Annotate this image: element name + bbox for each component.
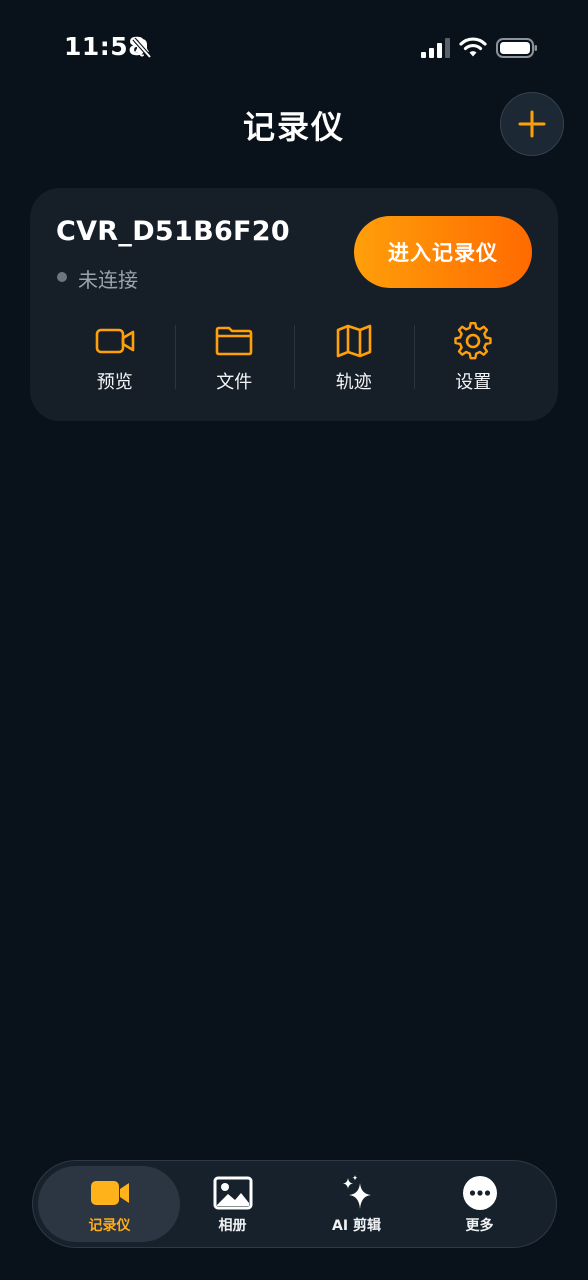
gear-icon <box>454 322 492 360</box>
action-label: 设置 <box>455 372 492 393</box>
tab-more[interactable]: 更多 <box>417 1161 542 1247</box>
action-settings[interactable]: 设置 <box>413 320 534 394</box>
device-card[interactable]: CVR_D51B6F20 未连接 进入记录仪 预览 文件 轨迹 设置 <box>30 188 558 421</box>
video-camera-icon <box>90 1181 129 1205</box>
battery-icon <box>496 38 537 58</box>
screen: 11:58 记录仪 CVR_D51B6F20 未连接 进入记录仪 预览 文件 轨… <box>0 0 588 1280</box>
add-device-button[interactable] <box>500 92 564 156</box>
map-icon <box>336 324 372 358</box>
enter-recorder-button[interactable]: 进入记录仪 <box>354 216 532 288</box>
tab-album[interactable]: 相册 <box>170 1161 295 1247</box>
tab-label: 记录仪 <box>88 1218 131 1234</box>
plus-icon <box>518 110 546 138</box>
tab-recorder[interactable]: 记录仪 <box>47 1161 172 1247</box>
action-files[interactable]: 文件 <box>174 320 295 394</box>
action-track[interactable]: 轨迹 <box>294 320 414 394</box>
wifi-icon <box>459 37 487 57</box>
action-preview[interactable]: 预览 <box>55 320 175 394</box>
device-name: CVR_D51B6F20 <box>56 216 290 247</box>
video-camera-icon <box>95 328 135 354</box>
action-label: 预览 <box>96 372 133 393</box>
signal-icon <box>421 38 450 58</box>
connection-status: 未连接 <box>78 268 138 292</box>
action-label: 文件 <box>216 372 253 393</box>
device-actions: 预览 文件 轨迹 设置 <box>55 320 533 394</box>
tab-label: 相册 <box>218 1218 247 1234</box>
connection-status-dot <box>57 272 67 282</box>
more-icon <box>462 1176 497 1210</box>
sparkle-icon <box>342 1175 371 1209</box>
image-icon <box>213 1176 252 1210</box>
status-bar: 11:58 <box>0 0 588 96</box>
action-label: 轨迹 <box>335 372 372 393</box>
tab-label: 更多 <box>465 1218 494 1234</box>
folder-icon <box>215 326 253 356</box>
tab-label: AI 剪辑 <box>332 1218 381 1234</box>
bell-muted-icon <box>132 37 152 59</box>
bottom-tab-bar: 记录仪 相册 AI 剪辑 更多 <box>32 1160 557 1248</box>
tab-ai-edit[interactable]: AI 剪辑 <box>294 1161 419 1247</box>
